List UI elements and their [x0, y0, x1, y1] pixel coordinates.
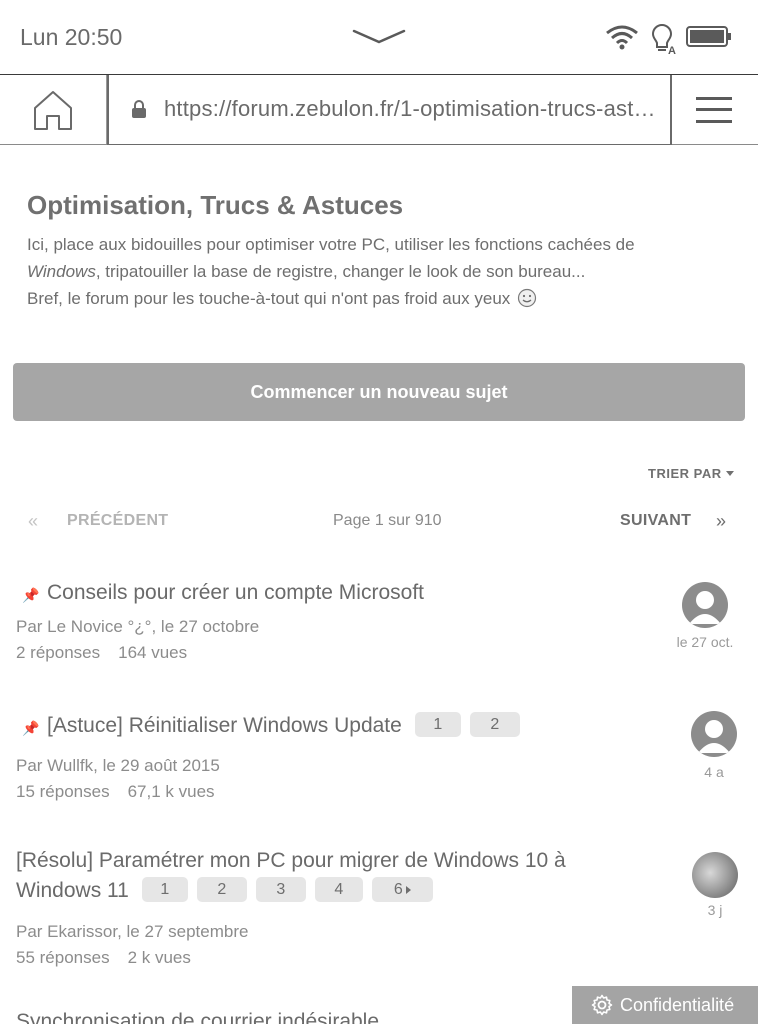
last-post-date[interactable]: le 27 oct.	[665, 634, 745, 650]
forum-desc-windows: Windows	[27, 262, 96, 281]
forum-desc-line1: Ici, place aux bidouilles pour optimiser…	[27, 235, 635, 254]
menu-icon	[696, 97, 732, 100]
last-post-date[interactable]: 3 j	[675, 902, 755, 918]
status-time: Lun 20:50	[20, 24, 123, 50]
page-link[interactable]: 1	[141, 877, 188, 902]
forum-desc-line2: , tripatouiller la base de registre, cha…	[95, 262, 586, 281]
caret-right-icon	[405, 886, 411, 894]
pull-down-icon[interactable]	[352, 27, 406, 45]
smiley-icon	[517, 288, 537, 308]
light-auto-icon[interactable]: A	[648, 22, 680, 56]
topic-title[interactable]: [Résolu] Paramétrer mon PC pour migrer d…	[16, 849, 566, 872]
topic-meta: Par Le Novice °¿°, le 27 octobre	[16, 617, 260, 636]
page-link[interactable]: 1	[414, 712, 461, 737]
double-chevron-right-icon[interactable]: »	[716, 511, 726, 532]
browser-toolbar: https://forum.zebulon.fr/1-optimisation-…	[0, 74, 758, 145]
url-text[interactable]: https://forum.zebulon.fr/1-optimisation-…	[164, 96, 664, 122]
privacy-button[interactable]: Confidentialité	[572, 986, 758, 1024]
menu-button[interactable]	[690, 95, 738, 125]
topic-views: 67,1 k vues	[127, 782, 215, 801]
topic-title[interactable]: Conseils pour créer un compte Microsoft	[47, 578, 424, 608]
topic-meta: Par Ekarissor, le 27 septembre	[16, 922, 249, 941]
battery-icon	[686, 26, 731, 47]
pin-icon: 📌	[22, 587, 40, 603]
topic-replies: 15 réponses	[16, 782, 110, 801]
page-indicator[interactable]: Page 1 sur 910	[333, 512, 442, 530]
topic-views: 164 vues	[118, 643, 188, 662]
topic-replies: 2 réponses	[16, 643, 101, 662]
avatar[interactable]	[692, 852, 738, 898]
topic-title-continued[interactable]: Windows 11	[16, 879, 129, 902]
double-chevron-left-icon[interactable]: «	[28, 511, 38, 532]
topic-title[interactable]: Synchronisation de courrier indésirable	[16, 1010, 379, 1024]
new-topic-button[interactable]: Commencer un nouveau sujet	[13, 363, 745, 421]
topic-views: 2 k vues	[127, 948, 191, 967]
topic-row: [Résolu] Paramétrer mon PC pour migrer d…	[0, 846, 758, 976]
page-link-last[interactable]: 6	[371, 877, 433, 902]
last-post-date[interactable]: 4 a	[674, 764, 754, 780]
topic-replies: 55 réponses	[16, 948, 110, 967]
topic-stats: 2 réponses 164 vues	[16, 643, 187, 663]
topic-stats: 55 réponses 2 k vues	[16, 948, 191, 968]
page-link[interactable]: 2	[196, 877, 247, 902]
topic-stats: 15 réponses 67,1 k vues	[16, 782, 215, 802]
home-button[interactable]	[0, 75, 107, 144]
home-icon	[34, 91, 72, 130]
status-bar: Lun 20:50 A	[0, 0, 758, 74]
svg-text:A: A	[668, 45, 676, 56]
topic-row: 📌 Conseils pour créer un compte Microsof…	[0, 578, 758, 678]
user-avatar-icon	[698, 720, 730, 753]
next-page-button[interactable]: SUIVANT	[620, 512, 691, 530]
sort-by-dropdown[interactable]: TRIER PAR	[648, 466, 734, 481]
avatar[interactable]	[682, 582, 728, 628]
user-avatar-icon	[689, 591, 721, 624]
lock-icon	[132, 100, 146, 118]
topic-meta: Par Wullfk, le 29 août 2015	[16, 756, 220, 775]
forum-desc-line3: Bref, le forum pour les touche-à-tout qu…	[27, 289, 511, 308]
privacy-label: Confidentialité	[620, 995, 735, 1015]
forum-title: Optimisation, Trucs & Astuces	[27, 190, 404, 220]
topic-row: 📌 [Astuce] Réinitialiser Windows Update 1…	[0, 711, 758, 811]
forum-description: Ici, place aux bidouilles pour optimiser…	[27, 231, 727, 312]
page-link[interactable]: 3	[255, 877, 306, 902]
topic-title[interactable]: [Astuce] Réinitialiser Windows Update	[47, 714, 402, 737]
caret-down-icon	[725, 471, 734, 476]
page-link[interactable]: 2	[469, 712, 520, 737]
page-link[interactable]: 4	[314, 877, 363, 902]
gear-icon	[591, 994, 613, 1016]
previous-page-button[interactable]: PRÉCÉDENT	[67, 512, 168, 530]
url-field[interactable]: https://forum.zebulon.fr/1-optimisation-…	[107, 75, 672, 145]
wifi-icon	[606, 25, 638, 50]
sort-by-label: TRIER PAR	[648, 466, 722, 481]
pin-icon: 📌	[22, 720, 40, 736]
avatar[interactable]	[691, 711, 737, 757]
